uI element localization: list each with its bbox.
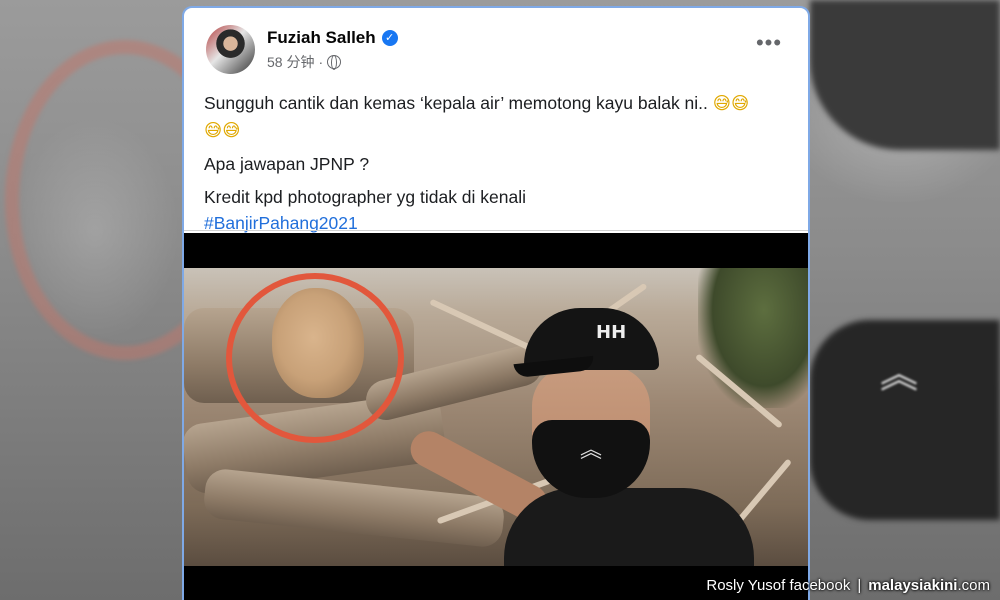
post-photo: ︽ HH [184,268,808,566]
post-text-3: Kredit kpd photographer yg tidak di kena… [204,187,527,207]
post-line-1: Sungguh cantik dan kemas ‘kepala air’ me… [204,90,794,144]
post-timestamp[interactable]: 58 分钟 [267,52,314,72]
image-credit-caption: Rosly Yusof facebook | malaysiakini.com [706,577,990,594]
post-media[interactable]: ︽ HH [184,233,808,600]
globe-icon[interactable] [327,55,342,70]
person-shirt [504,488,754,566]
verified-badge-icon: ✓ [381,30,398,46]
author-avatar[interactable] [206,25,255,74]
cap-logo: HH [596,322,627,343]
facebook-post-card: Fuziah Salleh ✓ 58 分钟 · ••• Sungguh cant… [182,6,810,600]
person-mask: ︽ [532,420,650,498]
grinning-sweat-emoji-icon: 😅😅 [712,94,750,114]
brand-name: malaysiakini [868,577,958,594]
divider [184,230,808,231]
post-text-2: Apa jawapan JPNP ? [204,154,370,174]
post-meta: 58 分钟 · [267,52,342,72]
photo-debris [735,458,793,524]
red-circle-annotation [226,273,404,443]
grinning-sweat-emoji-icon: 😅😅 [204,121,241,141]
brand-tld: .com [957,577,990,594]
author-row: Fuziah Salleh ✓ [267,27,398,49]
caption-separator: | [857,577,862,594]
post-text-1: Sungguh cantik dan kemas ‘kepala air’ me… [204,93,708,113]
post-body: Sungguh cantik dan kemas ‘kepala air’ me… [204,90,794,243]
photo-credit: Rosly Yusof facebook [706,577,851,594]
meta-separator: · [318,54,324,70]
author-name[interactable]: Fuziah Salleh [267,28,376,48]
chevron-icon: ︽ [580,438,603,463]
photo-person: ︽ HH [404,308,754,566]
more-options-button[interactable]: ••• [754,32,784,58]
background-mask [810,320,1000,520]
background-chevron-icon: ︽ [880,354,919,396]
